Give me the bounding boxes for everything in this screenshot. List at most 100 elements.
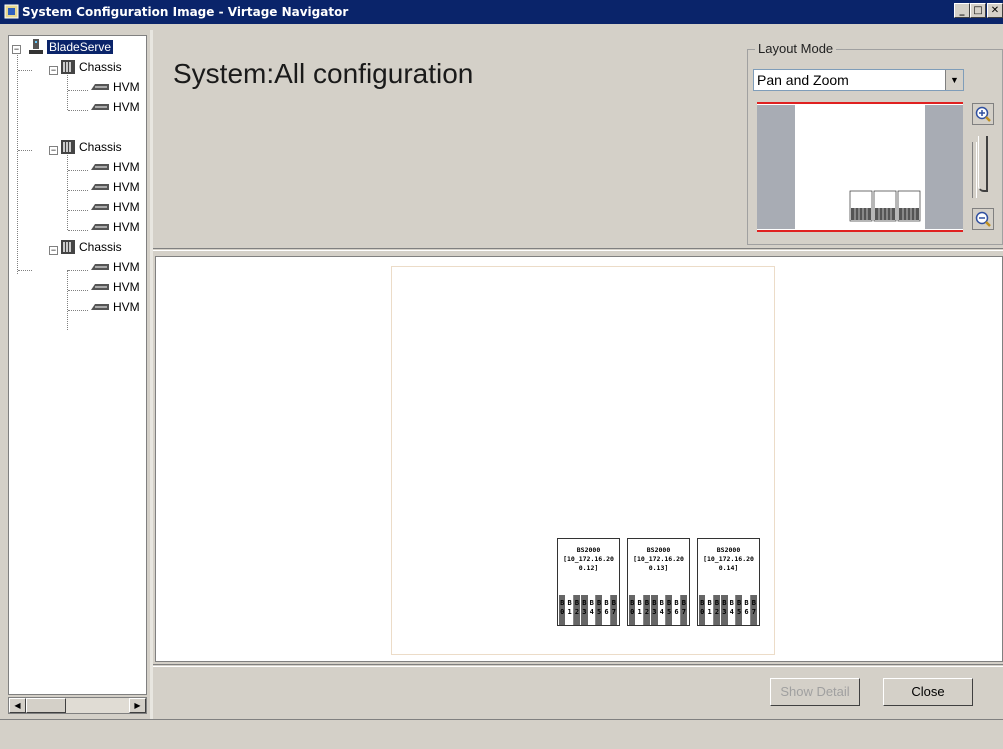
tree-item-label: HVM	[113, 219, 140, 234]
chassis-address-suffix: 0.13]	[648, 564, 669, 572]
blade-slot[interactable]: B7	[610, 595, 618, 625]
tree-connector	[18, 70, 32, 71]
blade-slot[interactable]: B7	[680, 595, 688, 625]
close-window-button[interactable]: ✕	[987, 3, 1003, 18]
layout-mode-selected: Pan and Zoom	[757, 72, 849, 88]
tree-item-hvm[interactable]: HVM	[89, 276, 140, 296]
tree-item-hvm[interactable]: HVM	[89, 156, 140, 176]
scroll-thumb[interactable]	[26, 698, 66, 713]
chassis-model: BS2000	[716, 546, 741, 554]
tree-item-label: HVM	[113, 259, 140, 274]
overview-chassis-thumbnails	[849, 190, 921, 222]
tree-item-chassis[interactable]: Chassis	[59, 236, 122, 256]
tree-item-label: HVM	[113, 279, 140, 294]
tree-connector	[68, 190, 88, 191]
tree-collapse-toggle[interactable]: −	[49, 246, 58, 255]
blade-slot[interactable]: B7	[750, 595, 758, 625]
blade-slot[interactable]: B5	[665, 595, 674, 625]
blade-slot[interactable]: B0	[629, 595, 637, 625]
footer-separator	[153, 664, 1003, 667]
tree-item-label: HVM	[113, 299, 140, 314]
zoom-slider-track[interactable]	[972, 142, 977, 198]
maximize-button[interactable]: □	[970, 3, 986, 18]
tree-connector	[68, 290, 88, 291]
minimize-button[interactable]: _	[954, 3, 970, 18]
chassis-model: BS2000	[576, 546, 601, 554]
chassis-model: BS2000	[646, 546, 671, 554]
tree-item-chassis[interactable]: Chassis	[59, 56, 122, 76]
chassis-icon	[61, 59, 75, 74]
tree-horizontal-scrollbar[interactable]: ◀ ▶	[8, 697, 147, 714]
layout-mode-select[interactable]: Pan and Zoom ▼	[753, 69, 964, 91]
tree-item-label: Chassis	[79, 239, 122, 254]
blade-slot[interactable]: B2	[643, 595, 652, 625]
blade-slot[interactable]: B6	[743, 595, 751, 625]
blade-icon	[91, 183, 109, 190]
chassis-icon	[61, 239, 75, 254]
blade-slot[interactable]: B4	[658, 595, 666, 625]
blade-slot[interactable]: B1	[706, 595, 714, 625]
tree-item-label: HVM	[113, 159, 140, 174]
blade-icon	[91, 163, 109, 170]
tree-item-hvm[interactable]: HVM	[89, 296, 140, 316]
zoom-out-icon[interactable]	[972, 208, 994, 230]
blade-slot[interactable]: B6	[673, 595, 681, 625]
tree-item-chassis[interactable]: Chassis	[59, 136, 122, 156]
close-button[interactable]: Close	[883, 678, 973, 706]
chevron-down-icon[interactable]: ▼	[945, 70, 963, 90]
blade-slot[interactable]: B5	[735, 595, 744, 625]
tree-item-label: Chassis	[79, 59, 122, 74]
tree-collapse-toggle[interactable]: −	[49, 66, 58, 75]
blade-slot[interactable]: B2	[573, 595, 582, 625]
chassis-address: [10_172.16.20	[633, 555, 684, 563]
blade-slot[interactable]: B0	[559, 595, 567, 625]
blade-slot[interactable]: B6	[603, 595, 611, 625]
layout-mode-group: Layout Mode Pan and Zoom ▼	[747, 41, 1003, 245]
chassis-address-suffix: 0.12]	[578, 564, 599, 572]
overview-map[interactable]	[757, 102, 963, 232]
tree-collapse-toggle[interactable]: −	[49, 146, 58, 155]
tree-item-hvm[interactable]: HVM	[89, 76, 140, 96]
blade-icon	[91, 283, 109, 290]
zoom-slider-thumb[interactable]	[978, 136, 988, 192]
header-separator	[153, 248, 1003, 251]
tree-item-hvm[interactable]: HVM	[89, 256, 140, 276]
header-panel: System:All configuration Layout Mode Pan…	[153, 30, 1003, 248]
scroll-left-button[interactable]: ◀	[9, 698, 26, 713]
tree-collapse-toggle[interactable]: −	[12, 45, 21, 54]
chassis-box[interactable]: BS2000 [10_172.16.20 0.12] B0 B1 B2 B3 B…	[557, 538, 620, 626]
tree-connector	[18, 270, 32, 271]
blade-slot[interactable]: B4	[588, 595, 596, 625]
blade-slot[interactable]: B2	[713, 595, 722, 625]
tree-item-label: HVM	[113, 199, 140, 214]
blade-slot[interactable]: B4	[728, 595, 736, 625]
tree-item-hvm[interactable]: HVM	[89, 176, 140, 196]
blade-slot[interactable]: B3	[581, 595, 589, 625]
system-tree[interactable]: − BladeServe − Chassis HVM HVM − Chassis…	[8, 35, 147, 695]
tree-item-label: HVM	[113, 179, 140, 194]
tree-item-root[interactable]: BladeServe	[27, 36, 114, 56]
blade-slot[interactable]: B5	[595, 595, 604, 625]
zoom-in-icon[interactable]	[972, 103, 994, 125]
chassis-box[interactable]: BS2000 [10_172.16.20 0.14] B0 B1 B2 B3 B…	[697, 538, 760, 626]
tree-item-label: BladeServe	[47, 39, 114, 54]
blade-icon	[91, 223, 109, 230]
scroll-right-button[interactable]: ▶	[129, 698, 146, 713]
tree-connector	[68, 310, 88, 311]
blade-icon	[91, 263, 109, 270]
blade-slot[interactable]: B0	[699, 595, 707, 625]
blade-slot[interactable]: B3	[651, 595, 659, 625]
blade-slot[interactable]: B1	[636, 595, 644, 625]
blade-icon	[91, 103, 109, 110]
blade-slot[interactable]: B1	[566, 595, 574, 625]
blade-slot[interactable]: B3	[721, 595, 729, 625]
chassis-address: [10_172.16.20	[563, 555, 614, 563]
tree-connector	[68, 110, 88, 111]
show-detail-button[interactable]: Show Detail	[770, 678, 860, 706]
chassis-box[interactable]: BS2000 [10_172.16.20 0.13] B0 B1 B2 B3 B…	[627, 538, 690, 626]
tree-item-hvm[interactable]: HVM	[89, 216, 140, 236]
chassis-address: [10_172.16.20	[703, 555, 754, 563]
tree-item-hvm[interactable]: HVM	[89, 96, 140, 116]
configuration-canvas[interactable]: BS2000 [10_172.16.20 0.12] B0 B1 B2 B3 B…	[155, 256, 1003, 662]
tree-item-hvm[interactable]: HVM	[89, 196, 140, 216]
